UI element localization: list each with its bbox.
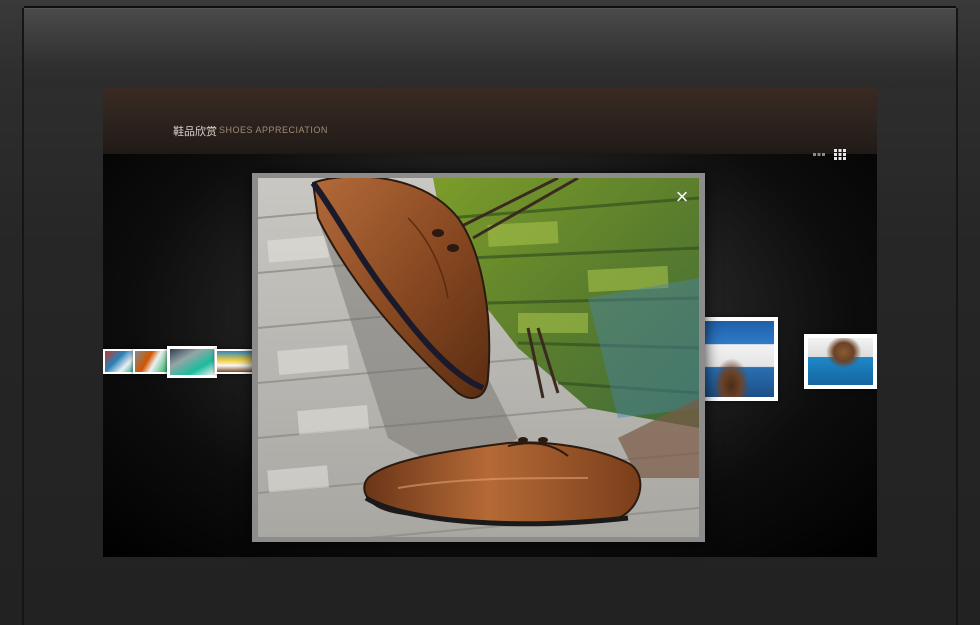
gallery-title-cn: 鞋品欣赏 [173,126,217,138]
featured-image-lightbox: × [252,173,705,542]
close-icon[interactable]: × [673,186,691,208]
top-banner-area [24,9,956,89]
thumbnail-4[interactable] [215,349,255,374]
thumbnail-6[interactable] [699,317,778,401]
shoe-photo-illustration [258,178,699,537]
grid-view-icon[interactable] [834,147,846,160]
right-border [956,8,958,625]
list-view-icon[interactable] [813,147,825,158]
top-divider [24,6,956,8]
thumbnail-3[interactable] [167,346,217,378]
gallery-header: 鞋品欣赏 SHOES APPRECIATION [103,88,877,154]
left-border [22,8,24,625]
thumbnail-1[interactable] [103,349,137,374]
thumbnail-2[interactable] [133,349,169,374]
thumbnail-7[interactable] [804,334,877,389]
gallery-title-en: SHOES APPRECIATION [219,125,328,135]
featured-shoe-photo: × [258,178,699,537]
